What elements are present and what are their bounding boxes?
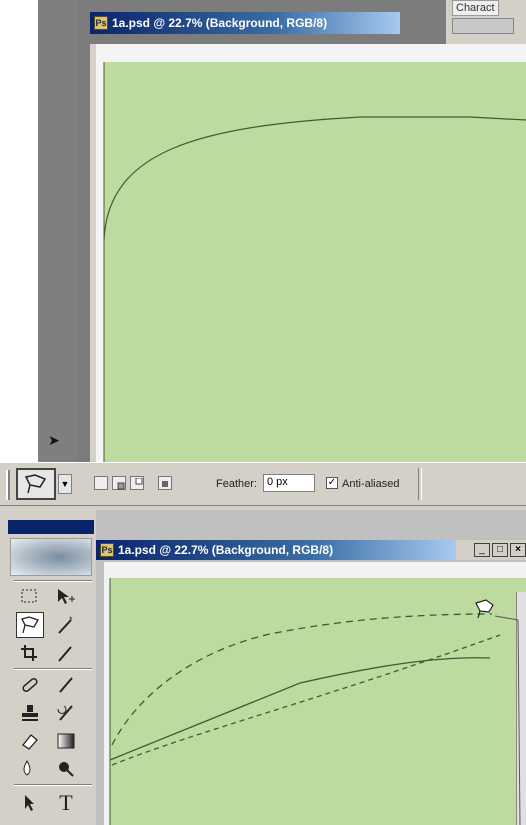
- selection-paths-bottom: [109, 578, 521, 825]
- selection-outline-lower: [111, 634, 501, 766]
- lasso-cursor-icon: [475, 599, 494, 619]
- canvas-right-edge: [494, 615, 521, 825]
- selection-outline-upper: [111, 613, 493, 746]
